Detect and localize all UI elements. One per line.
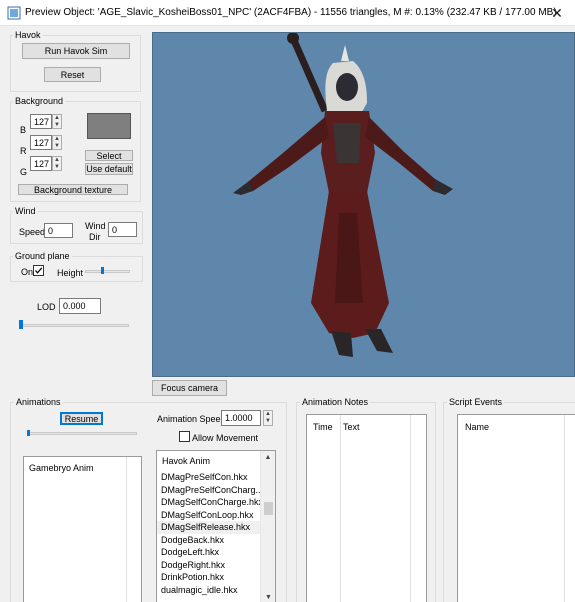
resume-button[interactable]: Resume [60, 412, 103, 425]
havok-anim-item[interactable]: DMagSelfConCharge.hkx [157, 496, 261, 509]
events-col-name: Name [465, 422, 490, 432]
app-icon [7, 6, 21, 20]
havok-anim-rows: DMagPreSelfCon.hkx DMagPreSelfConCharg...… [157, 471, 275, 596]
notes-col-divider [340, 415, 341, 602]
scroll-down-arrow-icon[interactable]: ▼ [261, 594, 276, 601]
b-label: B [20, 125, 27, 135]
ground-plane-on-label: On [21, 267, 34, 277]
gamebryo-anim-list[interactable]: Gamebryo Anim [23, 456, 142, 602]
script-events-list[interactable]: Name [457, 414, 575, 602]
r-spinner[interactable]: ▲ ▼ [52, 135, 62, 150]
allow-movement-checkbox[interactable] [179, 431, 190, 442]
animation-speed-spinner[interactable]: ▲ ▼ [263, 410, 273, 426]
animations-group-label: Animations [14, 397, 63, 407]
havok-anim-item[interactable]: dualmagic_idle.hkx [157, 584, 261, 597]
script-events-group-label: Script Events [447, 397, 505, 407]
g-input[interactable]: 127 [30, 156, 52, 171]
g-spinner[interactable]: ▲ ▼ [52, 156, 62, 171]
havok-anim-item[interactable]: DMagSelfConLoop.hkx [157, 509, 261, 522]
window-title: Preview Object: 'AGE_Slavic_KosheiBoss01… [25, 7, 557, 18]
reset-button[interactable]: Reset [44, 67, 101, 82]
havok-anim-list[interactable]: Havok Anim DMagPreSelfCon.hkx DMagPreSelf… [156, 450, 276, 602]
scroll-up-arrow-icon[interactable]: ▲ [261, 454, 275, 461]
close-button[interactable]: ✕ [539, 0, 575, 26]
havok-anim-header: Havok Anim [162, 456, 211, 466]
focus-camera-button[interactable]: Focus camera [152, 380, 227, 396]
animation-progress-track[interactable] [27, 432, 137, 435]
title-bar: Preview Object: 'AGE_Slavic_KosheiBoss01… [0, 0, 575, 26]
wind-dir-label-line2: Dir [89, 232, 101, 242]
havok-group-label: Havok [13, 30, 43, 40]
b-spinner[interactable]: ▲ ▼ [52, 114, 62, 129]
preview-viewport[interactable] [152, 32, 575, 377]
lod-slider-thumb[interactable] [19, 320, 23, 329]
b-input[interactable]: 127 [30, 114, 52, 129]
animation-notes-list[interactable]: Time Text [306, 414, 427, 602]
r-label: R [20, 146, 27, 156]
use-default-button[interactable]: Use default [85, 163, 133, 175]
height-slider-thumb[interactable] [101, 267, 104, 274]
havok-anim-item[interactable]: DrinkPotion.hkx [157, 571, 261, 584]
wind-group-label: Wind [13, 206, 38, 216]
r-input[interactable]: 127 [30, 135, 52, 150]
havok-anim-item[interactable]: DodgeBack.hkx [157, 534, 261, 547]
run-havok-sim-button[interactable]: Run Havok Sim [22, 43, 130, 59]
background-group-label: Background [13, 96, 66, 106]
animation-speed-input[interactable]: 1.0000 [221, 410, 261, 426]
koshei-model-figure [233, 33, 453, 357]
animation-notes-group-label: Animation Notes [300, 397, 371, 407]
animation-progress-thumb[interactable] [27, 430, 30, 436]
g-label: G [20, 167, 28, 177]
havok-anim-item[interactable]: DodgeRight.hkx [157, 559, 261, 572]
gamebryo-list-divider [126, 457, 127, 602]
background-color-swatch[interactable] [87, 113, 131, 139]
wind-dir-input[interactable]: 0 [108, 222, 137, 237]
lod-label: LOD [37, 302, 56, 312]
notes-col-text: Text [343, 422, 360, 432]
gamebryo-anim-header: Gamebryo Anim [29, 463, 94, 473]
height-slider-track[interactable] [85, 270, 130, 273]
lod-input[interactable]: 0.000 [59, 298, 101, 314]
scrollbar-thumb[interactable] [264, 502, 273, 515]
wind-speed-input[interactable]: 0 [44, 223, 73, 238]
havok-anim-item[interactable]: DMagPreSelfConCharg... [157, 484, 261, 497]
notes-col-time: Time [313, 422, 333, 432]
lod-slider-track[interactable] [19, 324, 129, 327]
background-texture-button[interactable]: Background texture [18, 184, 128, 195]
wind-dir-label-line1: Wind [85, 221, 106, 231]
animation-speed-label: Animation Speed [157, 414, 226, 424]
checkmark-icon [35, 267, 43, 274]
havok-anim-item[interactable]: DMagSelfRelease.hkx [157, 521, 261, 534]
events-col-divider [564, 415, 565, 602]
ground-plane-height-label: Height [57, 268, 84, 278]
allow-movement-label: Allow Movement [192, 433, 259, 443]
select-button[interactable]: Select [85, 150, 133, 161]
havok-anim-item[interactable]: DodgeLeft.hkx [157, 546, 261, 559]
notes-col-divider-2 [410, 415, 411, 602]
wind-speed-label: Speed [19, 227, 46, 237]
havok-anim-item[interactable]: DMagPreSelfCon.hkx [157, 471, 261, 484]
ground-plane-group-label: Ground plane [13, 251, 72, 261]
ground-plane-on-checkbox[interactable] [33, 265, 44, 276]
havok-list-scrollbar[interactable]: ▲ ▼ [260, 451, 275, 602]
